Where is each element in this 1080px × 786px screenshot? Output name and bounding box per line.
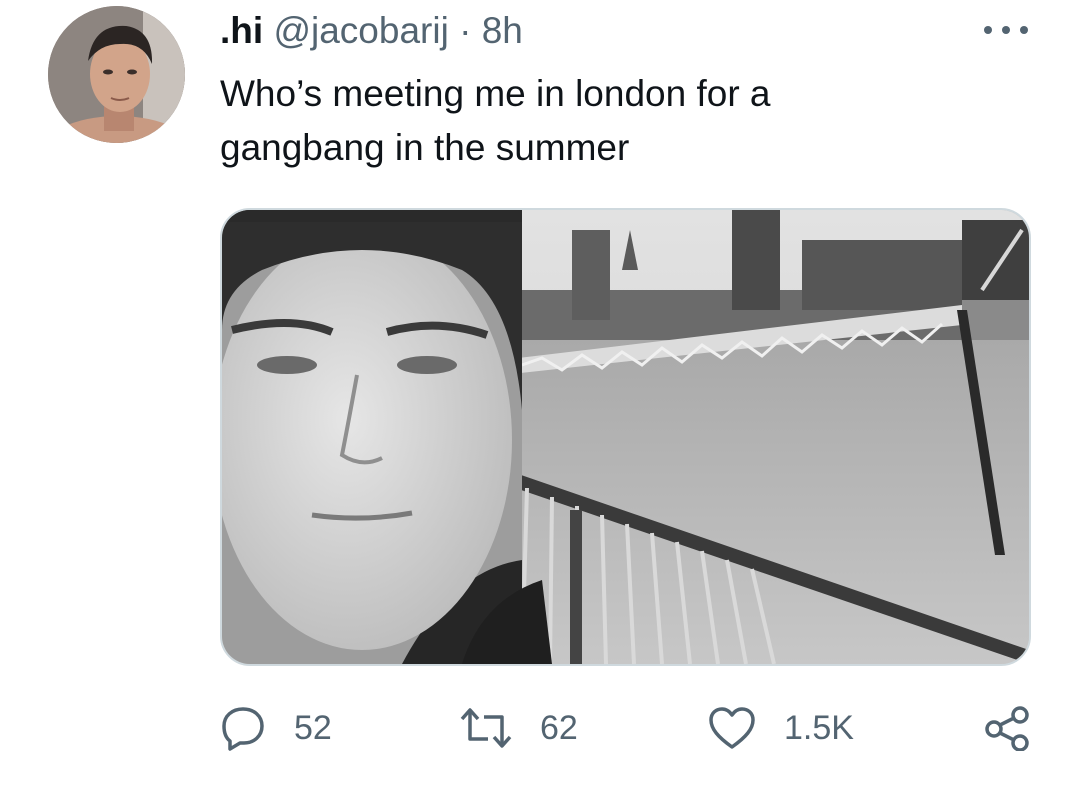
retweet-icon xyxy=(460,705,512,751)
reply-button[interactable]: 52 xyxy=(220,700,332,756)
tweet-text: Who’s meeting me in london for a gangban… xyxy=(220,67,940,175)
more-options-icon[interactable] xyxy=(984,20,1028,40)
heart-icon xyxy=(708,706,756,750)
handle[interactable]: @jacobarij xyxy=(273,10,448,51)
like-count: 1.5K xyxy=(784,708,854,747)
like-button[interactable]: 1.5K xyxy=(708,700,854,756)
retweet-count: 62 xyxy=(540,708,578,747)
tweet-actions: 52 62 1.5K xyxy=(220,700,1040,756)
dot xyxy=(984,26,992,34)
tweet-header: .hi @jacobarij · 8h xyxy=(220,8,523,54)
avatar[interactable] xyxy=(48,6,185,143)
tweet-text-line: gangbang in the summer xyxy=(220,127,630,168)
share-button[interactable] xyxy=(984,700,1030,756)
tweet-text-line: Who’s meeting me in london for a xyxy=(220,73,771,114)
retweet-button[interactable]: 62 xyxy=(460,700,578,756)
reply-count: 52 xyxy=(294,708,332,747)
tweet: .hi @jacobarij · 8h Who’s meeting me in … xyxy=(0,0,1080,786)
separator: · xyxy=(459,10,472,51)
dot xyxy=(1020,26,1028,34)
timestamp[interactable]: 8h xyxy=(482,10,523,51)
share-icon xyxy=(984,705,1030,751)
dot xyxy=(1002,26,1010,34)
tweet-photo[interactable] xyxy=(220,208,1031,666)
reply-icon xyxy=(220,705,266,751)
display-name[interactable]: .hi xyxy=(220,10,263,51)
